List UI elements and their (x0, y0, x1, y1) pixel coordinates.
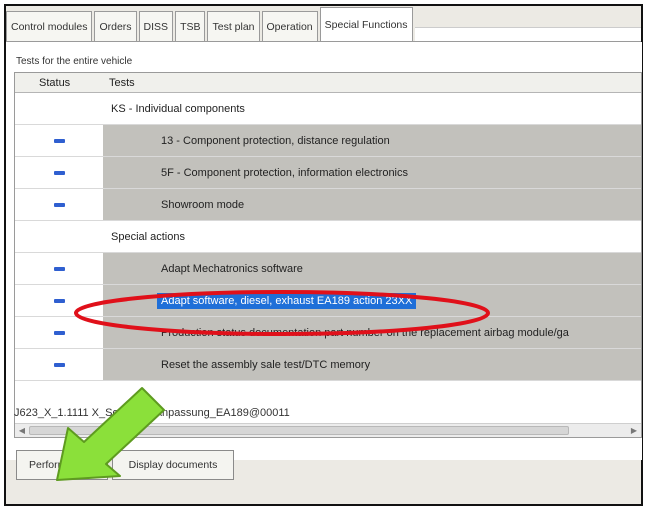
row-label: KS - Individual components (111, 102, 245, 115)
status-cell (15, 170, 103, 175)
scroll-right-icon[interactable]: ▶ (629, 426, 639, 435)
row-label: Reset the assembly sale test/DTC memory (103, 349, 641, 380)
tab-test-plan[interactable]: Test plan (207, 11, 260, 41)
tab-bar: Control modules Orders DISS TSB Test pla… (6, 6, 641, 42)
group-row-special-actions[interactable]: Special actions (15, 221, 641, 253)
row-label: Production status documentation part num… (103, 317, 641, 348)
status-dash-icon (53, 202, 65, 207)
special-functions-panel: Tests for the entire vehicle Status Test… (6, 42, 642, 460)
scroll-left-icon[interactable]: ◀ (17, 426, 27, 435)
status-column-header[interactable]: Status (15, 77, 103, 89)
test-row-production-status[interactable]: Production status documentation part num… (15, 317, 641, 349)
row-label: 5F - Component protection, information e… (103, 157, 641, 188)
test-row-component-protection-info[interactable]: 5F - Component protection, information e… (15, 157, 641, 189)
perform-test-button[interactable]: Perform test... (16, 450, 108, 480)
tests-column-header[interactable]: Tests (103, 77, 135, 89)
status-cell (15, 138, 103, 143)
status-cell (15, 202, 103, 207)
status-dash-icon (53, 138, 65, 143)
tab-tsb[interactable]: TSB (175, 11, 206, 41)
test-row-adapt-software-diesel[interactable]: Adapt software, diesel, exhaust EA189 ac… (15, 285, 641, 317)
tab-special-functions[interactable]: Special Functions (319, 7, 413, 41)
status-dash-icon (53, 266, 65, 271)
test-row-showroom-mode[interactable]: Showroom mode (15, 189, 641, 221)
row-label: Adapt Mechatronics software (103, 253, 641, 284)
status-dash-icon (53, 330, 65, 335)
display-documents-button[interactable]: Display documents (112, 450, 234, 480)
row-label: Adapt software, diesel, exhaust EA189 ac… (103, 285, 641, 316)
tab-orders[interactable]: Orders (94, 11, 137, 41)
status-dash-icon (53, 362, 65, 367)
test-row-reset-assembly[interactable]: Reset the assembly sale test/DTC memory (15, 349, 641, 381)
selected-row-text: Adapt software, diesel, exhaust EA189 ac… (157, 292, 417, 309)
horizontal-scrollbar[interactable]: ◀ ▶ (15, 423, 641, 437)
row-label: Special actions (111, 230, 185, 243)
row-label: Showroom mode (103, 189, 641, 220)
tab-diss[interactable]: DISS (138, 11, 174, 41)
tab-operation[interactable]: Operation (261, 11, 318, 41)
grid-header: Status Tests (15, 73, 641, 93)
row-label: 13 - Component protection, distance regu… (103, 125, 641, 156)
group-row-individual-components[interactable]: KS - Individual components (15, 93, 641, 125)
selected-test-id: J623_X_1.1111 X_Software_Anpassung_EA189… (14, 407, 290, 419)
status-cell (15, 330, 103, 335)
test-row-adapt-mechatronics[interactable]: Adapt Mechatronics software (15, 253, 641, 285)
tests-grid: Status Tests KS - Individual components … (14, 72, 642, 438)
tab-bar-filler (414, 27, 641, 41)
status-cell (15, 298, 103, 303)
status-cell (15, 362, 103, 367)
test-row-component-protection-distance[interactable]: 13 - Component protection, distance regu… (15, 125, 641, 157)
tab-control-modules[interactable]: Control modules (6, 11, 93, 41)
status-dash-icon (53, 170, 65, 175)
scrollbar-thumb[interactable] (29, 426, 569, 435)
status-cell (15, 266, 103, 271)
section-title: Tests for the entire vehicle (16, 56, 133, 67)
status-dash-icon (53, 298, 65, 303)
